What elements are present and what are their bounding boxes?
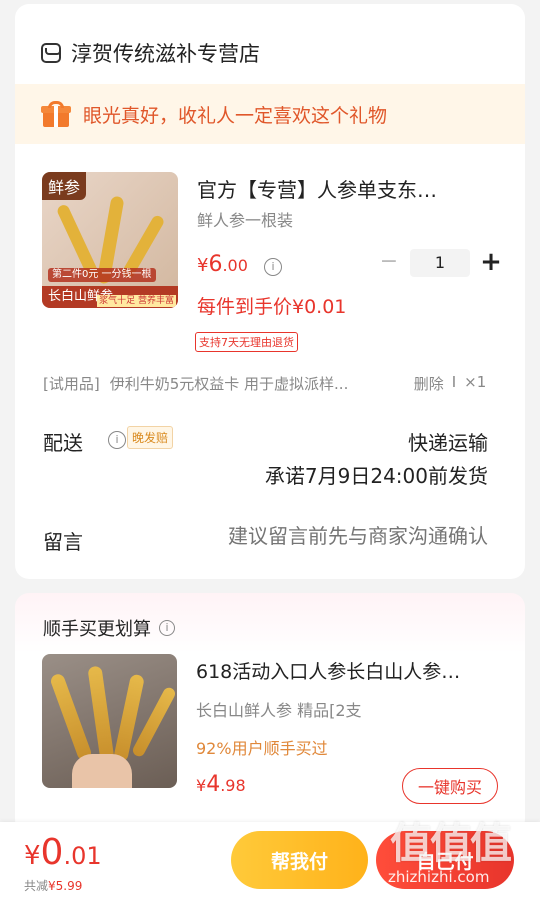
saved-amount: 共减¥5.99 [24, 879, 83, 893]
quantity-minus-button[interactable]: − [378, 249, 400, 277]
recommend-price: ¥4.98 [196, 772, 246, 797]
recommend-card: 顺手买更划算 i 618活动入口人参长白山人参… 长白山鲜人参 精品[2支 92… [15, 593, 525, 833]
note-label: 留言 [43, 530, 83, 554]
quantity-stepper: − 1 + [378, 249, 502, 277]
pay-myself-button[interactable]: 自己付 [376, 831, 514, 889]
total-price: ¥0.01 [24, 832, 102, 873]
shipping-label: 配送 [43, 431, 83, 455]
shipping-promise: 承诺7月9日24:00前发货 [264, 464, 488, 488]
store-header[interactable]: 淳贺传统滋补专营店 [41, 38, 260, 68]
recommend-info-icon[interactable]: i [159, 620, 175, 636]
trial-tag: [试用品] [43, 375, 100, 393]
recommend-sub: 长白山鲜人参 精品[2支 [196, 701, 362, 720]
return-policy-badge: 支持7天无理由退货 [195, 332, 298, 352]
trial-quantity: ×1 [464, 373, 487, 391]
trial-name: 伊利牛奶5元权益卡 用于虚拟派样... [109, 375, 349, 393]
product-title[interactable]: 官方【专营】人参单支东… [197, 174, 437, 203]
recommend-percent: 92%用户顺手买过 [196, 739, 328, 758]
trial-separator: I [451, 373, 457, 391]
final-unit-price: 每件到手价¥0.01 [197, 296, 347, 318]
trial-item: [试用品] 伊利牛奶5元权益卡 用于虚拟派样... 删除 I ×1 [43, 373, 513, 394]
pay-for-me-button[interactable]: 帮我付 [231, 831, 368, 889]
store-name: 淳贺传统滋补专营店 [71, 42, 260, 66]
late-compensation-badge: 晚发赔 [127, 426, 174, 449]
gift-icon [41, 101, 71, 127]
recommend-title-text: 顺手买更划算 [43, 619, 151, 640]
recommend-title: 顺手买更划算 i [43, 615, 175, 641]
product-image-tag: 鲜参 [42, 172, 87, 200]
shipping-info-icon[interactable]: i [108, 431, 126, 449]
gift-banner: 眼光真好，收礼人一定喜欢这个礼物 [15, 84, 525, 144]
gift-banner-text: 眼光真好，收礼人一定喜欢这个礼物 [83, 104, 388, 127]
product-image-note: 第二件0元 一分钱一根 [48, 268, 156, 282]
trial-delete-button[interactable]: 删除 [414, 373, 444, 394]
shipping-method[interactable]: 快递运输 [408, 427, 488, 456]
note-input[interactable] [158, 524, 488, 548]
checkout-bar: ¥0.01 共减¥5.99 帮我付 自己付 [0, 822, 540, 897]
store-icon [41, 43, 61, 63]
quantity-plus-button[interactable]: + [480, 249, 502, 277]
one-click-buy-button[interactable]: 一键购买 [402, 768, 498, 804]
quantity-value[interactable]: 1 [410, 249, 470, 277]
product-image[interactable]: 鲜参 第二件0元 一分钱一根 长白山鲜参 浆气十足 营养丰富 [42, 172, 178, 308]
product-image-note2: 浆气十足 营养丰富 [97, 295, 176, 307]
product-spec: 鲜人参一根装 [197, 211, 294, 230]
order-card: 淳贺传统滋补专营店 眼光真好，收礼人一定喜欢这个礼物 鲜参 第二件0元 一分钱一… [15, 4, 525, 579]
product-price: ¥6.00 [197, 252, 248, 277]
recommend-name[interactable]: 618活动入口人参长白山人参… [196, 657, 460, 684]
recommend-image[interactable] [42, 654, 177, 788]
price-info-icon[interactable]: i [264, 258, 282, 276]
